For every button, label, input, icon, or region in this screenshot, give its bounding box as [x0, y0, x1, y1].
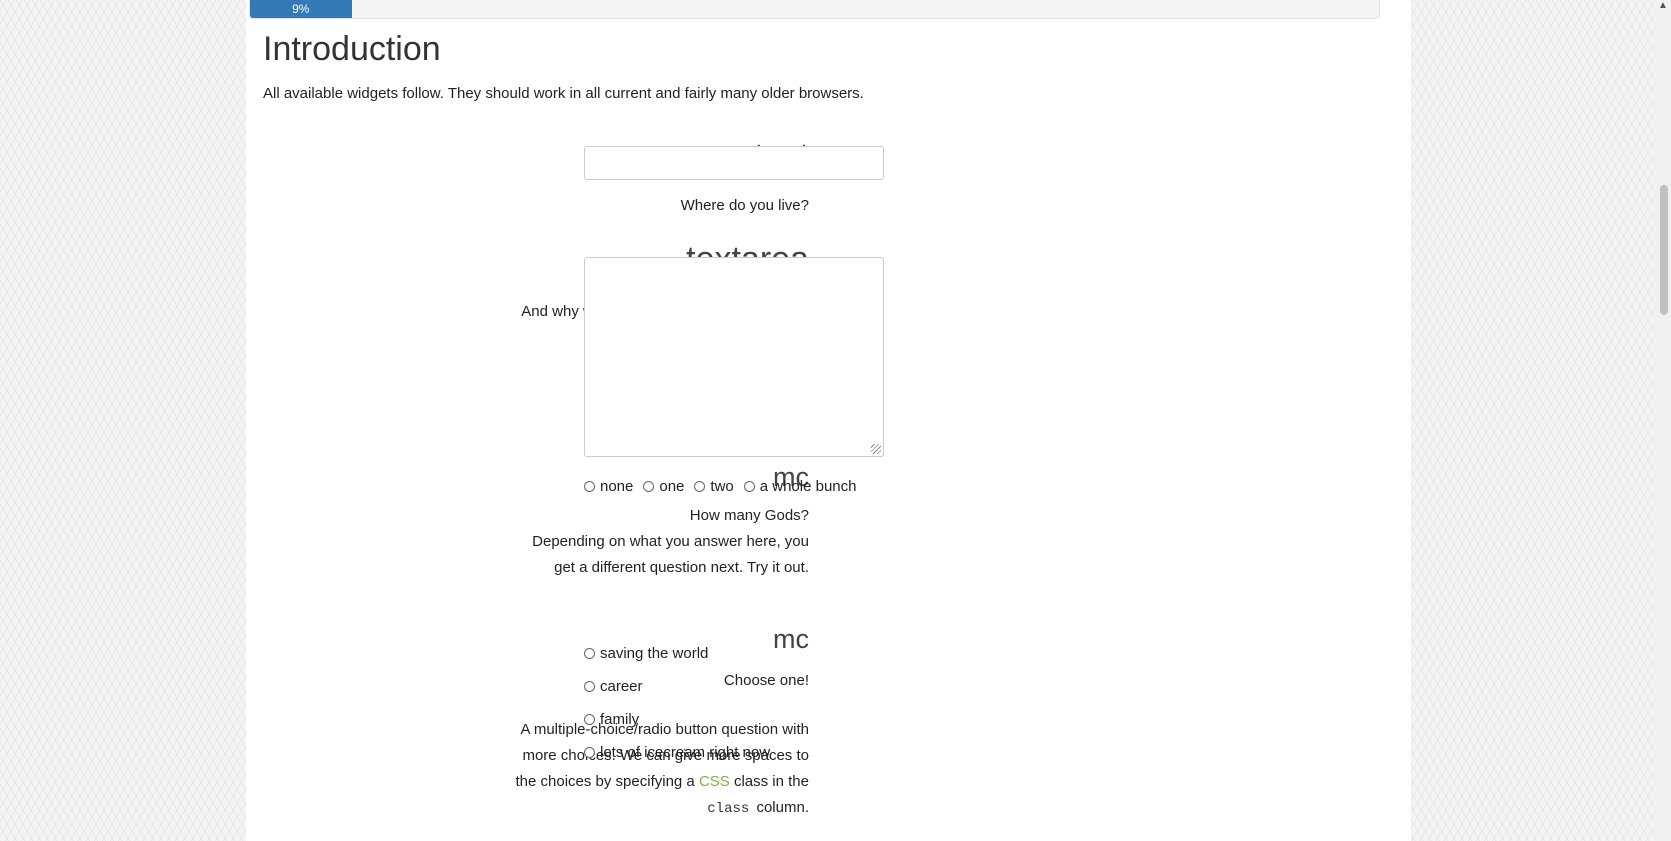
why-live-textarea[interactable]: [584, 257, 884, 457]
radio-option-career[interactable]: career: [584, 670, 770, 703]
radio-button-icon[interactable]: [643, 481, 655, 492]
radio-button-icon[interactable]: [743, 481, 755, 492]
progress-fill: 9%: [250, 0, 352, 18]
question-description-text: Where do you live?: [680, 197, 809, 214]
radio-label: a whole bunch: [759, 478, 857, 495]
survey-page: 9% Introduction All available widgets fo…: [246, 0, 1411, 841]
intro-text: All available widgets follow. They shoul…: [263, 85, 864, 102]
vertical-scrollbar[interactable]: ▲: [1654, 0, 1671, 841]
radio-option-whole-bunch[interactable]: a whole bunch: [743, 478, 857, 495]
radio-option-none[interactable]: none: [584, 478, 633, 495]
choose-radio-group: saving the world career family lots of i…: [584, 637, 770, 769]
progress-bar: 9%: [249, 0, 1380, 19]
where-live-input[interactable]: [584, 146, 884, 180]
radio-button-icon[interactable]: [694, 481, 706, 492]
class-code: class: [707, 801, 750, 817]
question-description-mc-gods: How many Gods?: [689, 507, 809, 524]
hint-text-mid: class in the: [729, 773, 809, 790]
radio-option-one[interactable]: one: [643, 478, 684, 495]
radio-label: two: [710, 478, 734, 495]
radio-button-icon[interactable]: [584, 747, 595, 758]
radio-option-two[interactable]: two: [694, 478, 734, 495]
hint-text-after: column.: [752, 799, 809, 816]
radio-label: one: [659, 478, 685, 495]
radio-label: none: [600, 478, 634, 495]
chevron-up-icon[interactable]: ▲: [1658, 0, 1668, 11]
radio-option-icecream[interactable]: lots of icecream right now: [584, 736, 770, 769]
radio-button-icon[interactable]: [584, 681, 595, 692]
radio-button-icon[interactable]: [584, 648, 595, 659]
question-hint-mc-gods: Depending on what you answer here, you g…: [532, 533, 809, 576]
radio-option-saving-world[interactable]: saving the world: [584, 637, 770, 670]
radio-label: career: [600, 678, 643, 695]
question-title-mc-choose: mc: [773, 624, 809, 654]
page-title: Introduction: [263, 30, 441, 68]
radio-option-family[interactable]: family: [584, 703, 770, 736]
radio-button-icon[interactable]: [584, 481, 595, 492]
radio-label: lots of icecream right now: [600, 744, 771, 761]
css-link[interactable]: CSS: [699, 773, 730, 790]
resize-grip-icon[interactable]: [871, 444, 881, 454]
gods-radio-group: none one two a whole bunch: [584, 478, 857, 495]
radio-button-icon[interactable]: [584, 714, 595, 725]
radio-label: saving the world: [600, 645, 709, 662]
scrollbar-thumb[interactable]: [1660, 185, 1668, 315]
radio-label: family: [600, 711, 640, 728]
